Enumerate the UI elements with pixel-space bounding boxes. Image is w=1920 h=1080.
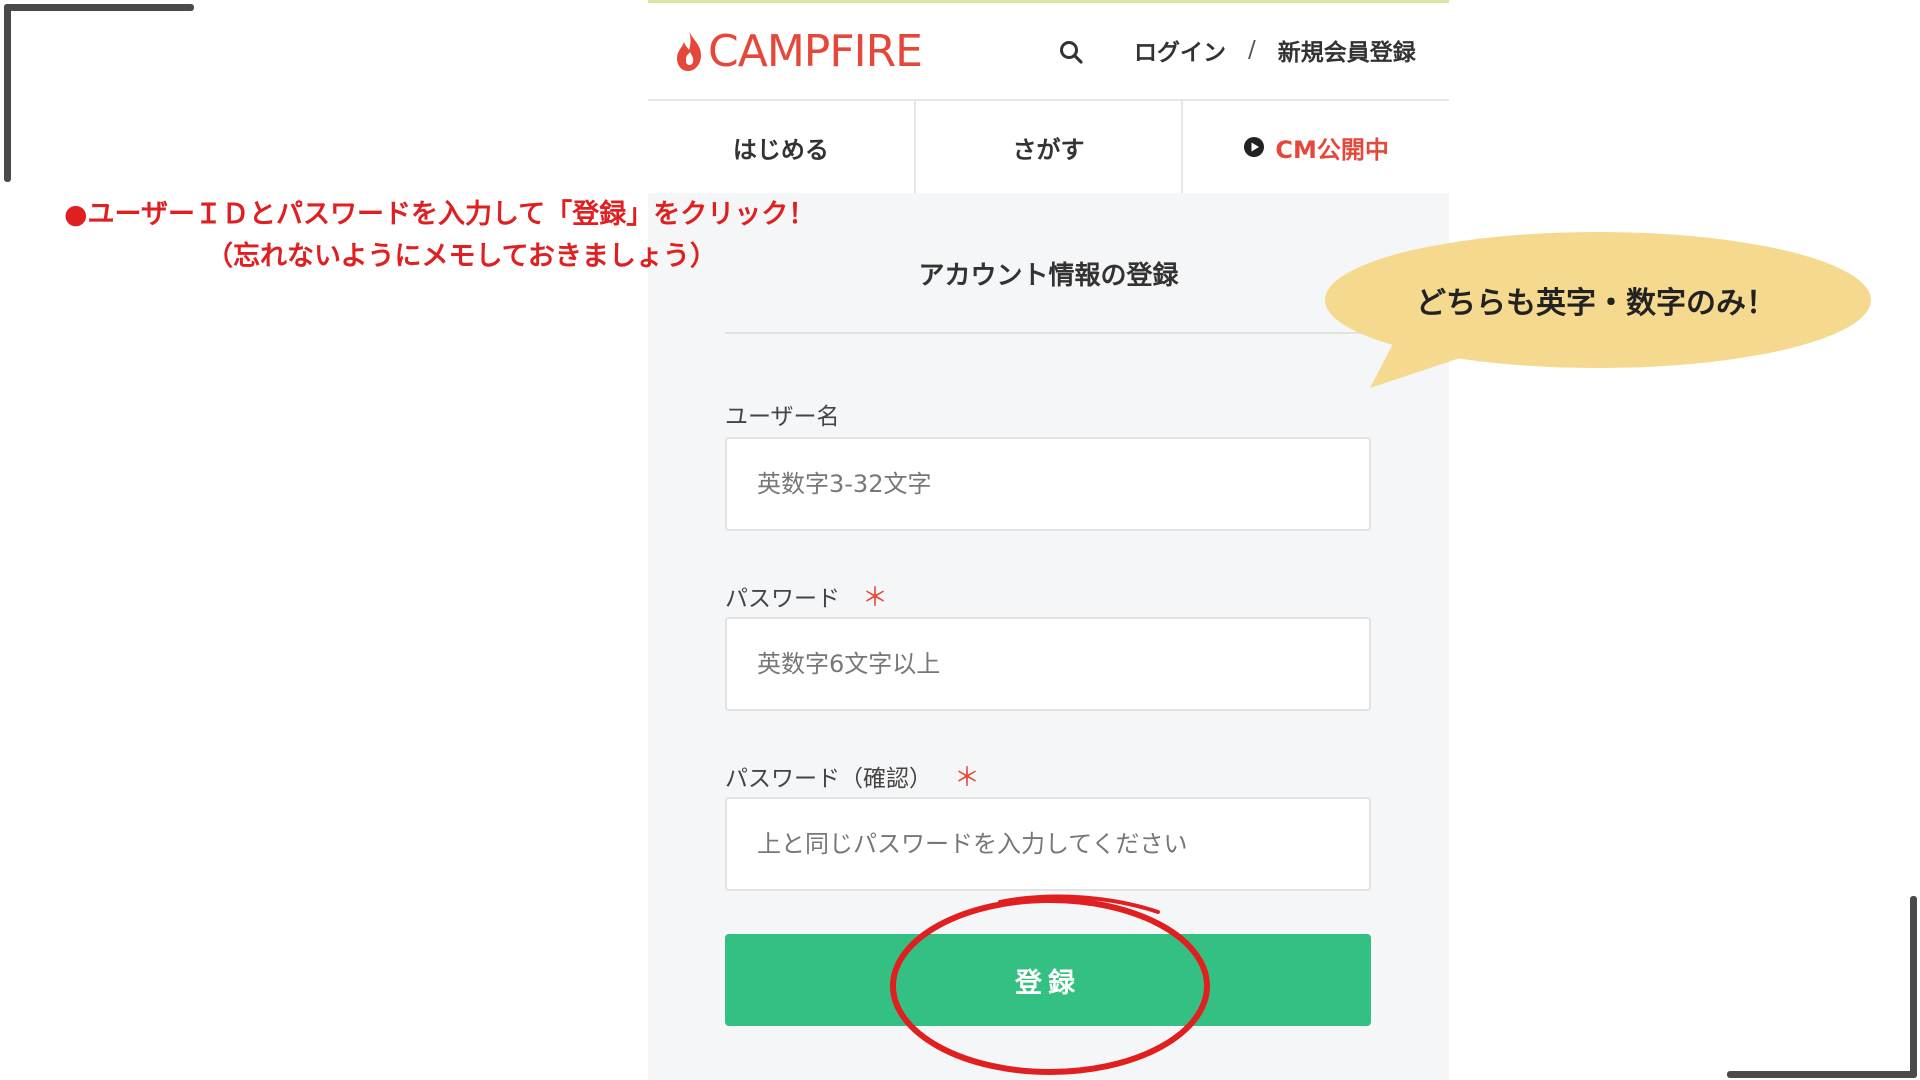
bubble-text: どちらも英字・数字のみ！ — [1416, 286, 1776, 321]
site-header: CAMPFIRE ログイン / 新規会員登録 — [648, 3, 1449, 101]
nav-item-search[interactable]: さがす — [916, 101, 1184, 193]
corner-bracket-top-left — [4, 4, 194, 11]
password-input[interactable] — [725, 617, 1371, 711]
instruction-text: ●ユーザーＩＤとパスワードを入力して「登録」をクリック！ — [64, 199, 816, 230]
signup-link[interactable]: 新規会員登録 — [1278, 33, 1416, 67]
search-icon[interactable] — [1058, 39, 1084, 65]
password-label: パスワード ＊ — [725, 577, 888, 614]
corner-bracket-bottom-right-vertical — [1910, 896, 1917, 1078]
nav-item-cm[interactable]: CM公開中 — [1183, 101, 1449, 193]
corner-bracket-bottom-right — [1727, 1071, 1917, 1078]
nav-item-label: はじめる — [732, 135, 829, 164]
required-mark: ＊ — [954, 763, 981, 793]
divider — [725, 332, 1371, 334]
signup-screen: CAMPFIRE ログイン / 新規会員登録 はじめる さがす CM公開中 アカ… — [648, 0, 1449, 1080]
username-input[interactable] — [725, 437, 1371, 531]
nav-item-label: CM公開中 — [1275, 135, 1389, 164]
password-confirm-label: パスワード（確認） ＊ — [725, 757, 980, 794]
nav-item-label: さがす — [1012, 135, 1085, 164]
instruction-subtext: （忘れないようにメモしておきましょう） — [206, 241, 717, 272]
username-label: ユーザー名 — [725, 397, 840, 431]
username-label-text: ユーザー名 — [725, 404, 840, 430]
campfire-logo[interactable]: CAMPFIRE — [674, 25, 923, 77]
password-confirm-input[interactable] — [725, 797, 1371, 891]
flame-icon — [677, 31, 702, 71]
nav-item-start[interactable]: はじめる — [648, 101, 916, 193]
corner-bracket-top-left-vertical — [4, 4, 11, 182]
link-separator: / — [1248, 37, 1256, 63]
password-label-text: パスワード — [725, 586, 840, 612]
play-circle-icon — [1244, 137, 1265, 157]
register-button[interactable]: 登録 — [725, 934, 1371, 1026]
slide: CAMPFIRE ログイン / 新規会員登録 はじめる さがす CM公開中 アカ… — [0, 0, 1920, 1080]
password-confirm-label-text: パスワード（確認） — [725, 766, 932, 792]
login-link[interactable]: ログイン — [1134, 33, 1226, 67]
required-mark: ＊ — [862, 583, 889, 613]
logo-text: CAMPFIRE — [708, 25, 923, 77]
auth-links: ログイン / 新規会員登録 — [1134, 33, 1416, 67]
main-nav: はじめる さがす CM公開中 — [648, 101, 1449, 193]
